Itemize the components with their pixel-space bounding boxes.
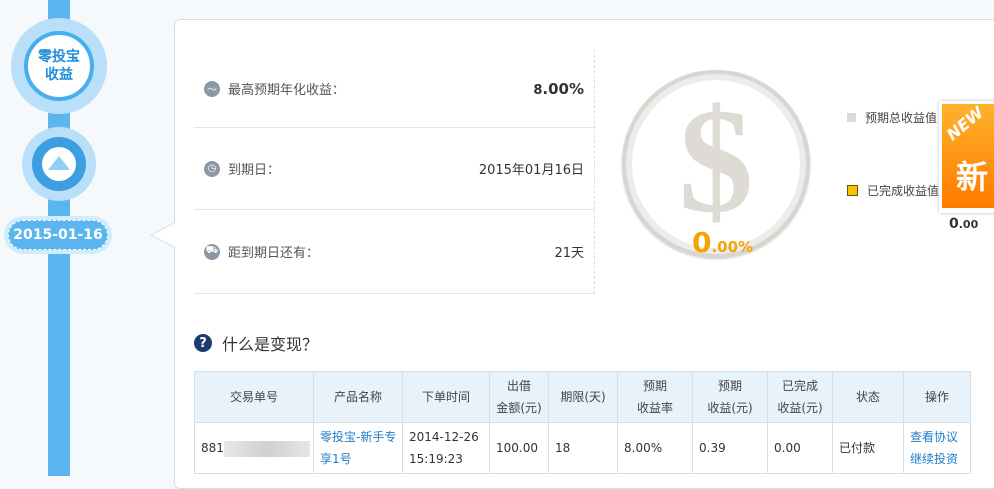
divider <box>594 50 595 294</box>
timeline-node-earnings[interactable]: 零投宝 收益 <box>24 31 94 101</box>
cell-order-no: 881 <box>194 422 314 474</box>
cell-term: 18 <box>548 422 618 474</box>
cell-expected: 0.39 <box>692 422 768 474</box>
continue-invest-link[interactable]: 继续投资 <box>910 452 958 466</box>
help-link[interactable]: ? 什么是变现？ <box>194 331 318 355</box>
timeline-date: 2015-01-16 <box>8 220 108 250</box>
due-date-label: 到期日： <box>228 163 281 178</box>
question-icon: ? <box>194 334 212 352</box>
orders-table: 交易单号 产品名称 下单时间 出借 金额(元) 期限(天) 预期 收益率 预期 … <box>194 371 971 474</box>
col-header: 出借 金额(元) <box>489 371 549 423</box>
col-header: 期限(天) <box>548 371 618 423</box>
product-link[interactable]: 零投宝-新手专享1号 <box>320 430 396 466</box>
timeline-node-label-2: 收益 <box>45 67 73 83</box>
masked-order-number <box>223 440 310 457</box>
due-date-value: 2015年01月16日 <box>478 163 584 178</box>
table-header-row: 交易单号 产品名称 下单时间 出借 金额(元) 期限(天) 预期 收益率 预期 … <box>194 371 971 423</box>
timeline-up-button[interactable] <box>32 137 86 191</box>
timeline-date-pill[interactable]: 2015-01-16 <box>4 216 112 254</box>
remaining-value: 21天 <box>554 246 584 261</box>
cell-completed: 0.00 <box>767 422 833 474</box>
cell-product[interactable]: 零投宝-新手专享1号 <box>313 422 403 474</box>
view-agreement-link[interactable]: 查看协议 <box>910 430 958 444</box>
table-row: 881 零投宝-新手专享1号 2014-12-26 15:19:23 100.00… <box>194 422 971 474</box>
new-user-badge[interactable]: NEW 新 <box>939 101 994 213</box>
cell-status: 已付款 <box>832 422 904 474</box>
progress-percent: 0.00% <box>692 226 754 259</box>
badge-value: 0.00 <box>949 216 979 232</box>
col-header: 已完成 收益(元) <box>767 371 833 423</box>
col-header: 交易单号 <box>194 371 314 423</box>
cart-icon: ⛟ <box>204 243 220 260</box>
cell-rate: 8.00% <box>617 422 693 474</box>
cell-date: 2014-12-26 15:19:23 <box>402 422 490 474</box>
badge-xin-text: 新 <box>956 158 989 196</box>
help-text: 什么是变现？ <box>222 335 319 354</box>
legend-swatch-completed <box>847 185 858 196</box>
col-header: 预期 收益率 <box>617 371 693 423</box>
triangle-up-icon <box>48 155 70 170</box>
max-rate-label: 最高预期年化收益： <box>228 83 346 98</box>
col-header: 状态 <box>832 371 904 423</box>
remaining-label: 距到期日还有： <box>228 246 320 261</box>
timeline-node-label: 零投宝 <box>38 49 80 65</box>
trend-icon: 〜 <box>204 80 220 97</box>
cell-amount: 100.00 <box>489 422 549 474</box>
max-rate-value: 8.00% <box>533 79 584 98</box>
col-header: 操作 <box>903 371 971 423</box>
legend-swatch-expected <box>847 113 856 122</box>
info-row-max-rate: 〜 最高预期年化收益： 8.00% <box>194 50 594 128</box>
cell-actions: 查看协议 继续投资 <box>903 422 971 474</box>
legend-expected: 预期总收益值 <box>847 109 937 126</box>
info-row-remaining: ⛟ 距到期日还有： 21天 <box>194 210 594 294</box>
info-row-due-date: ◷ 到期日： 2015年01月16日 <box>194 128 594 210</box>
badge-new-text: NEW <box>942 104 988 145</box>
legend-completed: 已完成收益值 <box>847 182 939 199</box>
clock-icon: ◷ <box>204 160 220 177</box>
dollar-icon: $ <box>678 78 754 244</box>
col-header: 下单时间 <box>402 371 490 423</box>
col-header: 产品名称 <box>313 371 403 423</box>
col-header: 预期 收益(元) <box>692 371 768 423</box>
